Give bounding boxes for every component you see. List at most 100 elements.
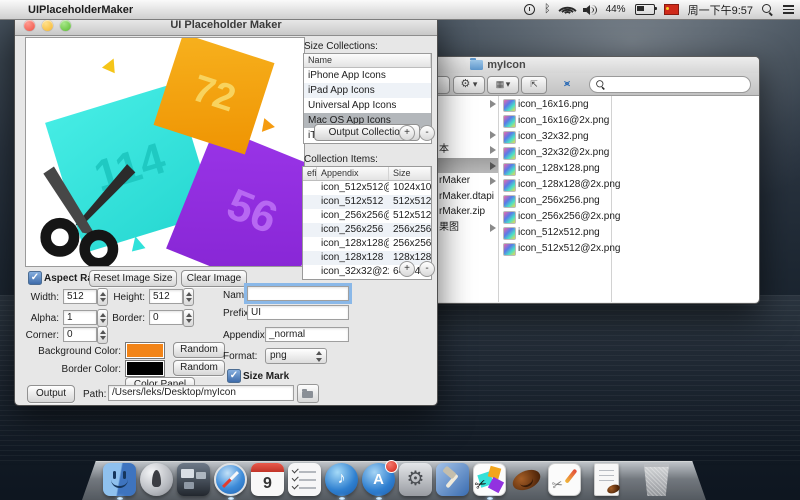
height-field[interactable]: 512 [149,289,183,304]
dock-mission-control-icon[interactable] [177,463,210,496]
action-menu-button[interactable]: ⚙ ▾ [453,76,485,94]
sidebar-row[interactable] [439,96,499,111]
output-button[interactable]: Output [27,385,75,403]
sidebar-row[interactable] [439,127,499,142]
remove-item-button[interactable]: - [419,261,435,277]
alpha-field[interactable]: 1 [63,310,97,325]
clear-image-button[interactable]: Clear Image [181,270,247,287]
wifi-icon[interactable] [560,4,574,15]
list-item[interactable]: iPhone App Icons [304,68,431,83]
path-field[interactable]: /Users/leks/Desktop/myIcon [108,385,294,401]
dock-reminders-icon[interactable] [288,463,321,496]
file-row[interactable]: icon_16x16@2x.png [503,113,608,128]
sidebar-row[interactable]: rMaker.dtapi [439,189,499,204]
file-row[interactable]: icon_256x256.png [503,193,608,208]
app-toolbar-icon[interactable]: ⪤ [555,76,579,92]
dock-bean-icon[interactable] [510,463,543,496]
image-file-icon [503,243,516,256]
search-icon [596,80,606,90]
table-row[interactable]: icon_512x512512x512 [303,195,431,209]
file-name: icon_16x16.png [518,97,589,112]
file-row[interactable]: icon_32x32.png [503,129,608,144]
add-collection-button[interactable]: + [399,125,415,141]
name-label: Name: [223,290,245,301]
border-stepper[interactable] [183,309,194,327]
sidebar-row[interactable] [439,158,499,173]
file-row[interactable]: icon_256x256@2x.png [503,209,608,224]
browse-path-button[interactable] [297,384,319,403]
sidebar-row[interactable]: 果图 [439,220,499,235]
folder-icon [470,60,483,70]
spotlight-icon[interactable] [762,4,774,16]
minimize-button[interactable] [42,20,53,31]
file-row[interactable]: icon_16x16.png [503,97,608,112]
image-file-icon [503,227,516,240]
table-row[interactable]: icon_256x256@2x512x512 [303,209,431,223]
remove-collection-button[interactable]: - [419,125,435,141]
file-row[interactable]: icon_128x128@2x.png [503,177,608,192]
dock-itunes-icon[interactable]: ♪ [325,463,358,496]
active-app-menu[interactable]: UIPlaceholderMaker [28,4,133,16]
share-icon: ⇱ [530,79,538,89]
table-header[interactable]: efixAppendixSize [303,167,431,181]
border-random-button[interactable]: Random [173,360,225,376]
height-stepper[interactable] [183,288,194,306]
volume-icon[interactable] [583,5,597,15]
sidebar-row[interactable]: 本 [439,142,499,157]
menu-clock[interactable]: 周一下午9:57 [688,2,753,18]
border-field[interactable]: 0 [149,310,183,325]
dock-calendar-icon[interactable]: 9 [251,463,284,496]
table-row[interactable]: icon_256x256256x256 [303,223,431,237]
sidebar-row[interactable]: rMaker [439,173,499,188]
corner-stepper[interactable] [97,326,108,344]
width-stepper[interactable] [97,288,108,306]
background-color-swatch[interactable] [125,342,165,359]
aspect-ratio-checkbox[interactable]: ✓ [28,271,42,285]
dock-app-store-icon[interactable]: A [362,463,395,496]
dock-safari-icon[interactable] [214,463,247,496]
file-row[interactable]: icon_128x128.png [503,161,608,176]
time-machine-icon[interactable] [524,4,535,15]
search-input[interactable] [589,76,751,93]
dock-launchpad-icon[interactable] [140,463,173,496]
dock-documents-icon[interactable] [594,463,619,496]
table-header[interactable]: Name [304,54,431,68]
dock-trash-icon[interactable] [640,463,673,496]
add-item-button[interactable]: + [399,261,415,277]
width-field[interactable]: 512 [63,289,97,304]
file-row[interactable]: icon_32x32@2x.png [503,145,608,160]
dock-image-tool-icon[interactable]: ✂ [548,463,581,496]
list-item[interactable]: iPad App Icons [304,83,431,98]
sidebar-row[interactable]: rMaker.zip [439,204,499,219]
bluetooth-icon[interactable]: ᛒ [544,4,551,15]
background-random-button[interactable]: Random [173,342,225,358]
arrange-menu-button[interactable]: ▦ ▾ [487,76,519,94]
prefix-field[interactable]: UI [247,305,349,320]
dock-finder-icon[interactable] [103,463,136,496]
name-field[interactable] [247,286,349,301]
close-button[interactable] [24,20,35,31]
share-button[interactable]: ⇱ [521,76,547,94]
list-item[interactable]: Universal App Icons [304,98,431,113]
alpha-stepper[interactable] [97,309,108,327]
notification-center-icon[interactable] [783,5,794,14]
table-row[interactable]: icon_512x512@2x1024x1024 [303,181,431,195]
reset-image-size-button[interactable]: Reset Image Size [89,270,177,287]
input-language-flag-icon[interactable] [664,4,679,15]
corner-field[interactable]: 0 [63,327,97,342]
table-row[interactable]: icon_128x128@2x256x256 [303,237,431,251]
size-mark-checkbox[interactable]: ✓ [227,369,241,383]
prefix-label: Prefix: [223,308,247,319]
dock-ui-placeholder-maker-icon[interactable]: ✂ [473,463,506,496]
battery-icon[interactable] [635,4,655,15]
border-color-swatch[interactable] [125,360,165,377]
dock-xcode-icon[interactable] [436,463,469,496]
appendix-field[interactable]: _normal [265,327,349,342]
file-row[interactable]: icon_512x512.png [503,225,608,240]
zoom-button[interactable] [60,20,71,31]
file-row[interactable]: icon_512x512@2x.png [503,241,608,256]
format-popup[interactable]: png [265,348,327,364]
image-preview[interactable]: 114 56 72 [25,37,305,267]
column-divider[interactable] [611,96,612,302]
dock-system-preferences-icon[interactable]: ⚙ [399,463,432,496]
